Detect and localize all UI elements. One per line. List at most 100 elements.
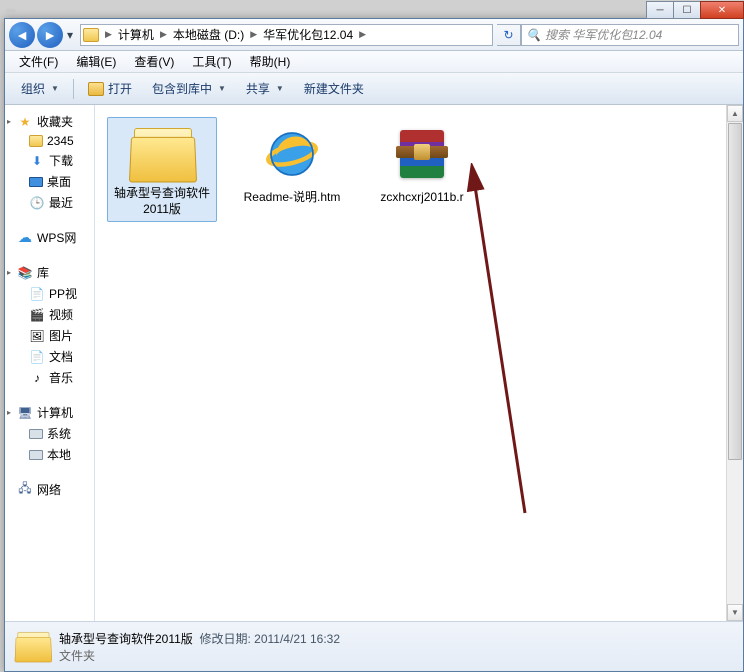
file-list[interactable]: 轴承型号查询软件2011版 Readme-说明.htm zcxhcxrj2011… [95,105,743,621]
search-input[interactable]: 🔍 搜索 华军优化包12.04 [521,24,739,46]
breadcrumb-drive[interactable]: 本地磁盘 (D:) [169,25,248,45]
new-folder-button[interactable]: 新建文件夹 [296,76,372,101]
chevron-right-icon[interactable]: ▶ [357,29,368,40]
search-icon: 🔍 [526,28,541,42]
sidebar-item-recent[interactable]: 🕒最近 [5,192,94,213]
scroll-up-button[interactable]: ▲ [727,105,743,122]
sidebar-item-downloads[interactable]: ⬇下载 [5,150,94,171]
file-label: 轴承型号查询软件2011版 [112,186,212,217]
file-icon: 📄 [29,286,45,302]
chevron-right-icon[interactable]: ▶ [248,29,259,40]
sidebar-item-2345[interactable]: 2345 [5,132,94,150]
breadcrumb-computer[interactable]: 计算机 [114,25,158,45]
separator [73,79,74,99]
menu-edit[interactable]: 编辑(E) [68,51,124,72]
scroll-track[interactable] [727,122,743,604]
sidebar-item-music[interactable]: ♪音乐 [5,367,94,388]
status-name: 轴承型号查询软件2011版 [59,632,193,646]
chevron-down-icon: ▼ [51,84,59,93]
computer-icon: 🖥 [17,405,33,421]
folder-icon [83,28,99,42]
refresh-button[interactable]: ↻ [497,24,521,46]
folder-icon [126,122,198,182]
folder-icon [29,135,43,147]
close-button[interactable]: ✕ [700,1,744,19]
open-icon [88,82,104,96]
details-pane: 轴承型号查询软件2011版 修改日期: 2011/4/21 16:32 文件夹 [5,621,743,671]
picture-icon: 🖼 [29,328,45,344]
chevron-right-icon[interactable]: ▶ [158,29,169,40]
sidebar-libraries[interactable]: ▸📚库 [5,262,94,283]
sidebar-favorites[interactable]: ▸★收藏夹 [5,111,94,132]
navigation-bar: ◄ ► ▾ ▶ 计算机 ▶ 本地磁盘 (D:) ▶ 华军优化包12.04 ▶ ↻… [5,19,743,51]
vertical-scrollbar[interactable]: ▲ ▼ [726,105,743,621]
file-item-rar[interactable]: zcxhcxrj2011b.r [367,117,477,211]
video-icon: 🎬 [29,307,45,323]
sidebar-item-pictures[interactable]: 🖼图片 [5,325,94,346]
breadcrumb-folder[interactable]: 华军优化包12.04 [259,25,357,45]
window-controls: ─ ☐ ✕ [647,1,744,19]
address-bar[interactable]: ▶ 计算机 ▶ 本地磁盘 (D:) ▶ 华军优化包12.04 ▶ [80,24,493,46]
network-icon: 🖧 [17,482,33,498]
ie-icon [260,122,324,186]
disk-icon [29,429,43,439]
explorer-body: ▸★收藏夹 2345 ⬇下载 桌面 🕒最近 ☁WPS网 ▸📚库 📄PP视 🎬视频… [5,105,743,621]
sidebar-item-documents[interactable]: 📄文档 [5,346,94,367]
file-label: zcxhcxrj2011b.r [380,190,463,206]
cloud-icon: ☁ [17,230,33,246]
search-placeholder: 搜索 华军优化包12.04 [545,26,662,43]
menu-view[interactable]: 查看(V) [126,51,182,72]
collapse-icon: ▸ [7,408,11,417]
rar-icon [390,122,454,186]
sidebar-item-local[interactable]: 本地 [5,444,94,465]
sidebar-item-pp[interactable]: 📄PP视 [5,283,94,304]
share-button[interactable]: 共享▼ [238,76,292,101]
background-title: ... [6,2,15,14]
forward-button[interactable]: ► [37,22,63,48]
folder-icon [13,629,49,665]
document-icon: 📄 [29,349,45,365]
sidebar-wps[interactable]: ☁WPS网 [5,227,94,248]
recent-icon: 🕒 [29,195,45,211]
status-text: 轴承型号查询软件2011版 修改日期: 2011/4/21 16:32 文件夹 [59,630,340,664]
download-icon: ⬇ [29,153,45,169]
disk-icon [29,450,43,460]
scroll-down-button[interactable]: ▼ [727,604,743,621]
menu-help[interactable]: 帮助(H) [242,51,299,72]
sidebar-item-videos[interactable]: 🎬视频 [5,304,94,325]
sidebar-item-desktop[interactable]: 桌面 [5,171,94,192]
scroll-thumb[interactable] [728,123,742,460]
navigation-pane: ▸★收藏夹 2345 ⬇下载 桌面 🕒最近 ☁WPS网 ▸📚库 📄PP视 🎬视频… [5,105,95,621]
sidebar-item-system[interactable]: 系统 [5,423,94,444]
collapse-icon: ▸ [7,268,11,277]
menu-tools[interactable]: 工具(T) [184,51,239,72]
collapse-icon: ▸ [7,117,11,126]
chevron-down-icon: ▼ [276,84,284,93]
chevron-right-icon[interactable]: ▶ [103,29,114,40]
music-icon: ♪ [29,370,45,386]
status-meta-label: 修改日期: [199,632,250,646]
sidebar-network[interactable]: 🖧网络 [5,479,94,500]
nav-history-dropdown[interactable]: ▾ [64,22,76,48]
sidebar-computer[interactable]: ▸🖥计算机 [5,402,94,423]
chevron-down-icon: ▼ [218,84,226,93]
file-label: Readme-说明.htm [244,190,341,206]
desktop-icon [29,177,43,187]
annotation-arrow [465,163,545,523]
organize-button[interactable]: 组织▼ [13,76,67,101]
library-icon: 📚 [17,265,33,281]
command-bar: 组织▼ 打开 包含到库中▼ 共享▼ 新建文件夹 [5,73,743,105]
status-type: 文件夹 [59,647,340,664]
include-library-button[interactable]: 包含到库中▼ [144,76,234,101]
menu-bar: 文件(F) 编辑(E) 查看(V) 工具(T) 帮助(H) [5,51,743,73]
star-icon: ★ [17,114,33,130]
maximize-button[interactable]: ☐ [673,1,701,19]
open-button[interactable]: 打开 [80,76,140,101]
status-meta-value: 2011/4/21 16:32 [254,632,340,646]
menu-file[interactable]: 文件(F) [11,51,66,72]
file-item-htm[interactable]: Readme-说明.htm [237,117,347,211]
file-item-folder[interactable]: 轴承型号查询软件2011版 [107,117,217,222]
explorer-window: ─ ☐ ✕ ◄ ► ▾ ▶ 计算机 ▶ 本地磁盘 (D:) ▶ 华军优化包12.… [4,18,744,672]
minimize-button[interactable]: ─ [646,1,674,19]
back-button[interactable]: ◄ [9,22,35,48]
